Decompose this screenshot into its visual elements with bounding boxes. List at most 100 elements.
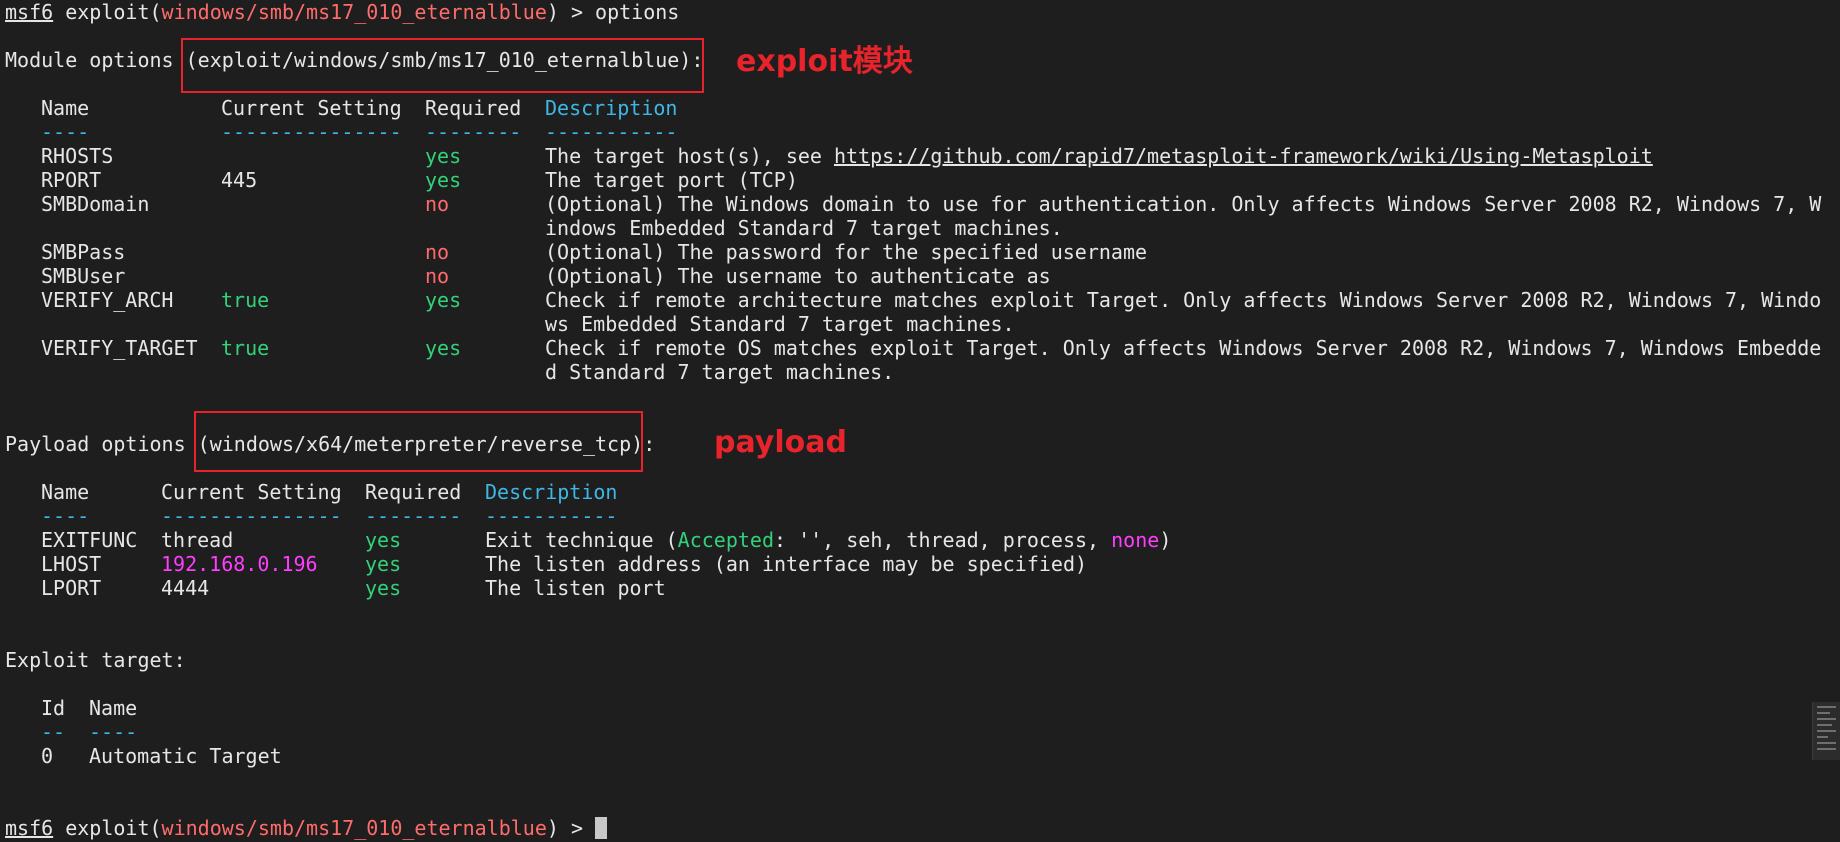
option-description: The listen port [485, 576, 666, 600]
option-setting: 192.168.0.196 [161, 552, 318, 576]
table-row: SMBUser no (Optional) The username to au… [5, 264, 1815, 288]
description-text: : '', seh, thread, process, [773, 528, 1112, 552]
framework-name: msf6 [5, 816, 54, 840]
prompt-text: exploit( [53, 0, 162, 24]
payload-path-highlight-box [194, 411, 643, 472]
option-name: LPORT [41, 576, 102, 600]
minimap-thumbnail-icon[interactable] [1812, 702, 1840, 760]
option-description: (Optional) The password for the specifie… [545, 240, 1148, 264]
prompt-line: msf6 exploit(windows/smb/ms17_010_eterna… [5, 0, 1815, 24]
column-header-required: Required [365, 480, 462, 504]
description-text: ) [1159, 528, 1172, 552]
separator: --------------- [161, 504, 342, 528]
payload-annotation: payload [714, 425, 847, 460]
table-row: EXITFUNC thread yes Exit technique (Acce… [5, 528, 1815, 552]
separator: -------- [365, 504, 462, 528]
prompt-text: ) > [546, 816, 596, 840]
separator: ---- [41, 120, 90, 144]
table-row: RHOSTS yes The target host(s), see https… [5, 144, 1815, 168]
none-value: none [1111, 528, 1160, 552]
target-table-header: Id Name [5, 696, 1815, 720]
table-row: 0 Automatic Target [5, 744, 1815, 768]
framework-name: msf6 [5, 0, 54, 24]
prompt-line-active[interactable]: msf6 exploit(windows/smb/ms17_010_eterna… [5, 816, 1815, 840]
description-text: The target host(s), see [545, 144, 834, 168]
option-name: SMBUser [41, 264, 126, 288]
option-description: ws Embedded Standard 7 target machines. [545, 312, 1015, 336]
separator: ---- [41, 504, 90, 528]
separator: ---- [89, 720, 138, 744]
table-row: VERIFY_ARCH true yes Check if remote arc… [5, 288, 1821, 312]
option-setting: true [221, 288, 270, 312]
column-header-name: Name [41, 480, 90, 504]
payload-table-separator: ---- --------------- -------- ----------… [5, 504, 1815, 528]
required-value: no [425, 264, 450, 288]
column-header-required: Required [425, 96, 522, 120]
command-text: options [595, 0, 680, 24]
column-header-description: Description [545, 96, 678, 120]
target-table-separator: -- ---- [5, 720, 1815, 744]
separator: ----------- [545, 120, 678, 144]
required-value: yes [425, 144, 462, 168]
option-description: Check if remote architecture matches exp… [545, 288, 1822, 312]
exploit-target-heading: Exploit target: [5, 648, 186, 672]
section-heading: Module options [5, 48, 186, 72]
option-name: EXITFUNC [41, 528, 138, 552]
option-name: LHOST [41, 552, 102, 576]
option-description: The target host(s), see https://github.c… [545, 144, 1653, 168]
module-path-highlight-box [181, 38, 704, 93]
option-name: SMBDomain [41, 192, 150, 216]
required-value: yes [425, 168, 462, 192]
required-value: yes [365, 552, 402, 576]
option-name: VERIFY_TARGET [41, 336, 198, 360]
option-name: SMBPass [41, 240, 126, 264]
table-row: VERIFY_TARGET true yes Check if remote O… [5, 336, 1821, 360]
separator: -- [41, 720, 66, 744]
table-row-continuation: indows Embedded Standard 7 target machin… [5, 216, 1815, 240]
table-row: LPORT 4444 yes The listen port [5, 576, 1815, 600]
module-name: windows/smb/ms17_010_eternalblue [161, 0, 547, 24]
table-row: SMBPass no (Optional) The password for t… [5, 240, 1815, 264]
column-header-id: Id [41, 696, 66, 720]
separator: --------------- [221, 120, 402, 144]
option-description: d Standard 7 target machines. [545, 360, 895, 384]
option-description: indows Embedded Standard 7 target machin… [545, 216, 1063, 240]
separator: -------- [425, 120, 522, 144]
exploit-module-annotation: exploit模块 [736, 44, 913, 79]
required-value: no [425, 192, 450, 216]
option-description: The target port (TCP) [545, 168, 798, 192]
option-description: (Optional) The Windows domain to use for… [545, 192, 1822, 216]
target-id: 0 [41, 744, 54, 768]
option-setting: thread [161, 528, 234, 552]
wiki-link[interactable]: https://github.com/rapid7/metasploit-fra… [834, 144, 1653, 168]
required-value: yes [365, 576, 402, 600]
table-row-continuation: ws Embedded Standard 7 target machines. [5, 312, 1815, 336]
module-table-header: Name Current Setting Required Descriptio… [5, 96, 1815, 120]
column-header-current-setting: Current Setting [221, 96, 402, 120]
column-header-description: Description [485, 480, 618, 504]
required-value: yes [425, 288, 462, 312]
block-cursor-icon[interactable] [595, 817, 608, 839]
prompt-text: ) > [546, 0, 596, 24]
table-row: SMBDomain no (Optional) The Windows doma… [5, 192, 1821, 216]
option-name: VERIFY_ARCH [41, 288, 174, 312]
module-name: windows/smb/ms17_010_eternalblue [161, 816, 547, 840]
option-setting: 4444 [161, 576, 210, 600]
table-row: LHOST 192.168.0.196 yes The listen addre… [5, 552, 1815, 576]
option-description: Check if remote OS matches exploit Targe… [545, 336, 1822, 360]
option-description: The listen address (an interface may be … [485, 552, 1088, 576]
option-description: (Optional) The username to authenticate … [545, 264, 1051, 288]
required-value: yes [425, 336, 462, 360]
required-value: no [425, 240, 450, 264]
payload-table-header: Name Current Setting Required Descriptio… [5, 480, 1815, 504]
column-header-name: Name [41, 96, 90, 120]
description-text: Exit technique ( [485, 528, 678, 552]
column-header-current-setting: Current Setting [161, 480, 342, 504]
option-name: RPORT [41, 168, 102, 192]
